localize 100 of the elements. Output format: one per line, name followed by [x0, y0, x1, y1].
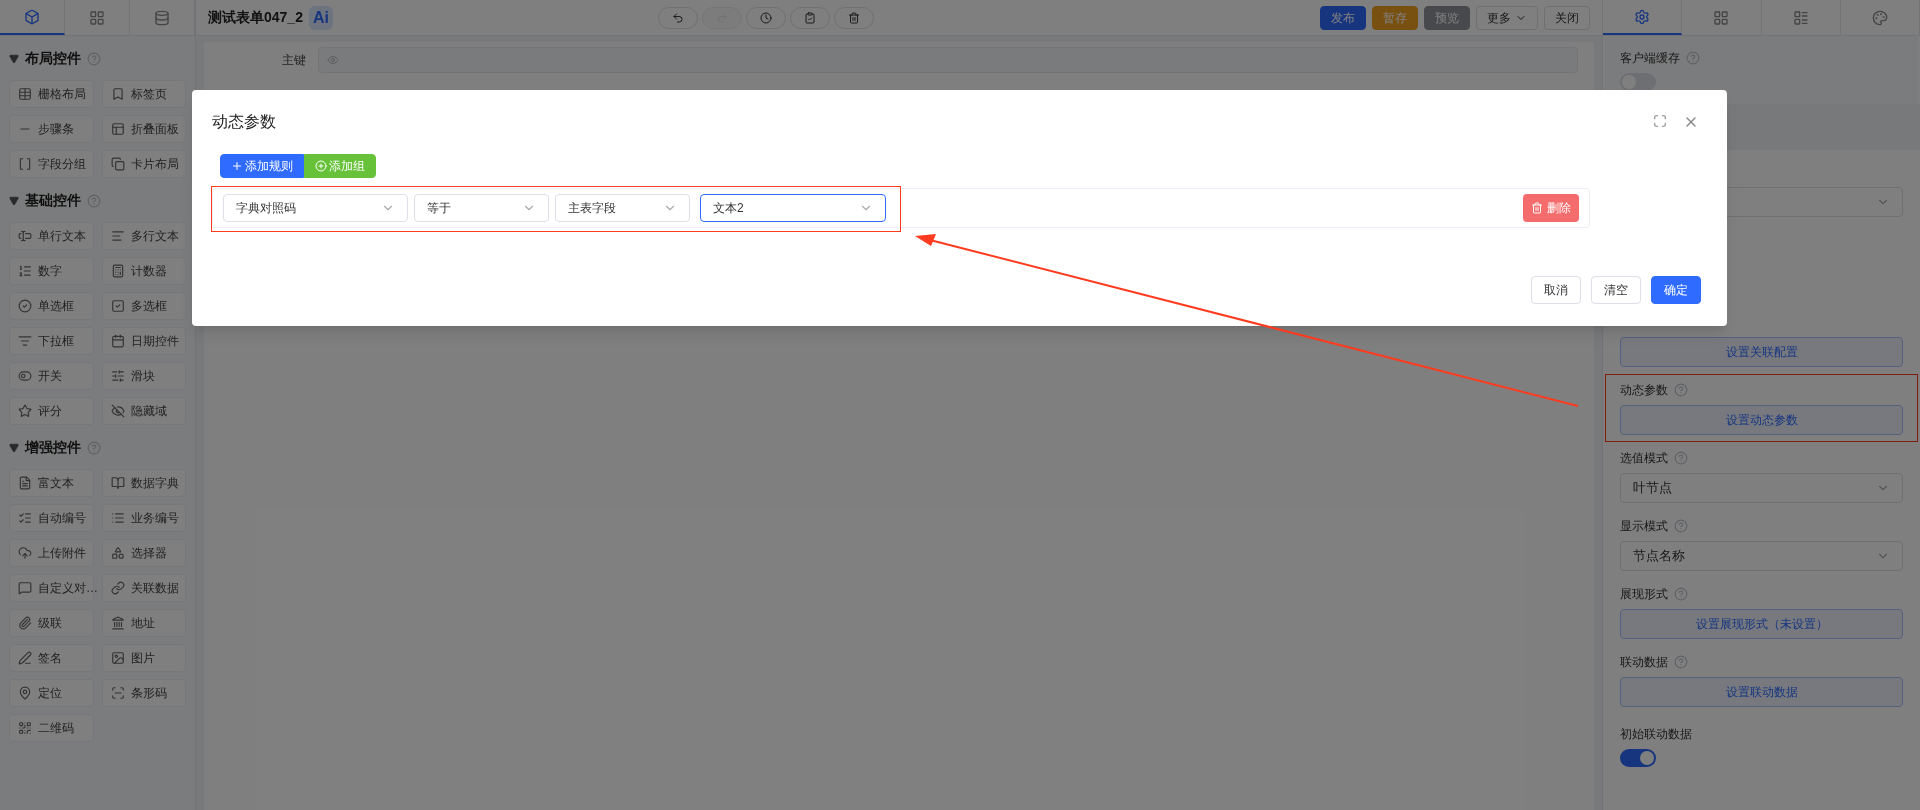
component-item[interactable]: 字段分组	[9, 150, 94, 178]
select-field[interactable]: 节点名称	[1620, 541, 1903, 571]
add-button[interactable]: 添加规则	[220, 154, 304, 178]
delete-icon	[848, 11, 861, 24]
palette-icon	[1871, 9, 1888, 26]
setting-button[interactable]: 设置关联配置	[1620, 337, 1903, 367]
component-item[interactable]: 计数器	[101, 257, 186, 285]
action-button[interactable]: 发布	[1320, 5, 1366, 30]
component-item[interactable]: 业务编号	[101, 504, 186, 532]
toggle-switch[interactable]	[1620, 749, 1656, 767]
component-item[interactable]: 签名	[9, 644, 94, 672]
help-icon	[1674, 451, 1688, 465]
component-item[interactable]: 卡片布局	[101, 150, 186, 178]
field-label: 主键	[281, 52, 307, 69]
component-item[interactable]: 日期控件	[101, 327, 186, 355]
component-item[interactable]: 多行文本	[101, 222, 186, 250]
slider-icon	[110, 369, 125, 383]
landmark-icon	[110, 616, 125, 630]
component-item[interactable]: 数据字典	[101, 469, 186, 497]
component-item[interactable]: 富文本	[9, 469, 94, 497]
component-item[interactable]: 折叠面板	[101, 115, 186, 143]
fullscreen-icon[interactable]	[1653, 114, 1667, 128]
component-item[interactable]: 单选框	[9, 292, 94, 320]
add-button[interactable]: 添加组	[304, 154, 376, 178]
component-item[interactable]: 自动编号	[9, 504, 94, 532]
select-field[interactable]: 主表字段	[555, 194, 690, 222]
list-icon	[110, 511, 125, 525]
component-item[interactable]: 评分	[9, 397, 94, 425]
table-icon	[18, 87, 32, 101]
eye-icon	[327, 54, 339, 66]
component-item[interactable]: 单行文本	[9, 222, 94, 250]
dialog-button[interactable]: 清空	[1591, 276, 1641, 304]
setting-button[interactable]: 设置联动数据	[1620, 677, 1903, 707]
select-field[interactable]: 文本2	[700, 194, 886, 222]
component-item[interactable]: 条形码	[101, 679, 186, 707]
history-icon	[760, 11, 773, 24]
toolbar-button[interactable]	[658, 6, 699, 29]
component-item[interactable]: 上传附件	[9, 539, 94, 567]
collapse-icon[interactable]	[9, 53, 19, 64]
map-pin-icon	[18, 686, 32, 700]
checklist-icon	[18, 511, 32, 525]
component-item[interactable]: 隐藏域	[101, 397, 186, 425]
component-item[interactable]: 下拉框	[9, 327, 94, 355]
toolbar-button[interactable]	[746, 6, 787, 29]
help-icon	[87, 193, 101, 208]
action-button[interactable]: 关闭	[1544, 5, 1590, 30]
component-item[interactable]: 图片	[101, 644, 186, 672]
component-item[interactable]: 多选框	[101, 292, 186, 320]
form-title: 测试表单047_2	[208, 8, 303, 27]
collapse-icon[interactable]	[9, 195, 19, 206]
select-field[interactable]: 字典对照码	[223, 194, 408, 222]
component-item[interactable]: 关联数据	[101, 574, 186, 602]
calculator-icon	[110, 264, 125, 278]
component-item[interactable]: 数字	[9, 257, 94, 285]
bookmark-icon	[110, 87, 125, 101]
help-icon	[1674, 519, 1688, 533]
select-field[interactable]: 叶节点	[1620, 473, 1903, 503]
component-item[interactable]: 栅格布局	[9, 80, 94, 108]
setting-button[interactable]: 设置展现形式（未设置）	[1620, 609, 1903, 639]
dialog-button[interactable]: 确定	[1651, 276, 1701, 304]
component-item[interactable]: 标签页	[101, 80, 186, 108]
plus-icon	[231, 160, 243, 172]
select-field[interactable]: 等于	[414, 194, 549, 222]
section-title: 布局控件	[25, 49, 81, 68]
component-item[interactable]: 定位	[9, 679, 94, 707]
help-icon	[1686, 51, 1700, 65]
help-icon	[87, 51, 101, 66]
plus-circle-icon	[315, 160, 327, 172]
toolbar-button[interactable]	[834, 6, 875, 29]
component-item[interactable]: 选择器	[101, 539, 186, 567]
pen-icon	[18, 651, 32, 665]
toggle-switch[interactable]	[1620, 73, 1656, 91]
dialog-button[interactable]: 取消	[1531, 276, 1581, 304]
input-field[interactable]	[318, 47, 1578, 73]
component-item[interactable]: 开关	[9, 362, 94, 390]
ai-badge[interactable]: Ai	[308, 5, 333, 30]
action-button[interactable]: 更多	[1476, 5, 1538, 30]
eye-off-icon	[110, 404, 125, 418]
property-label: 选值模式	[1620, 450, 1668, 467]
component-item[interactable]: 二维码	[9, 714, 94, 742]
property-label: 客户端缓存	[1620, 50, 1680, 67]
section-title: 基础控件	[25, 191, 81, 210]
component-item[interactable]: 地址	[101, 609, 186, 637]
component-icon	[24, 8, 40, 25]
component-item[interactable]: 滑块	[101, 362, 186, 390]
dropdown-icon	[18, 334, 32, 348]
star-icon	[18, 404, 32, 418]
grid-icon	[89, 9, 105, 26]
toolbar-button[interactable]	[790, 6, 831, 29]
setting-button[interactable]: 设置动态参数	[1620, 405, 1903, 435]
property-label: 显示模式	[1620, 518, 1668, 535]
property-label: 初始联动数据	[1620, 726, 1692, 743]
help-icon	[1674, 655, 1688, 669]
component-item[interactable]: 步骤条	[9, 115, 94, 143]
qr-code-icon	[18, 721, 32, 735]
sidebar-tab[interactable]	[0, 0, 65, 35]
component-item[interactable]: 级联	[9, 609, 94, 637]
collapse-icon[interactable]	[9, 442, 19, 453]
delete-button[interactable]: 删除	[1523, 194, 1579, 222]
dialog-title: 动态参数	[212, 112, 276, 132]
